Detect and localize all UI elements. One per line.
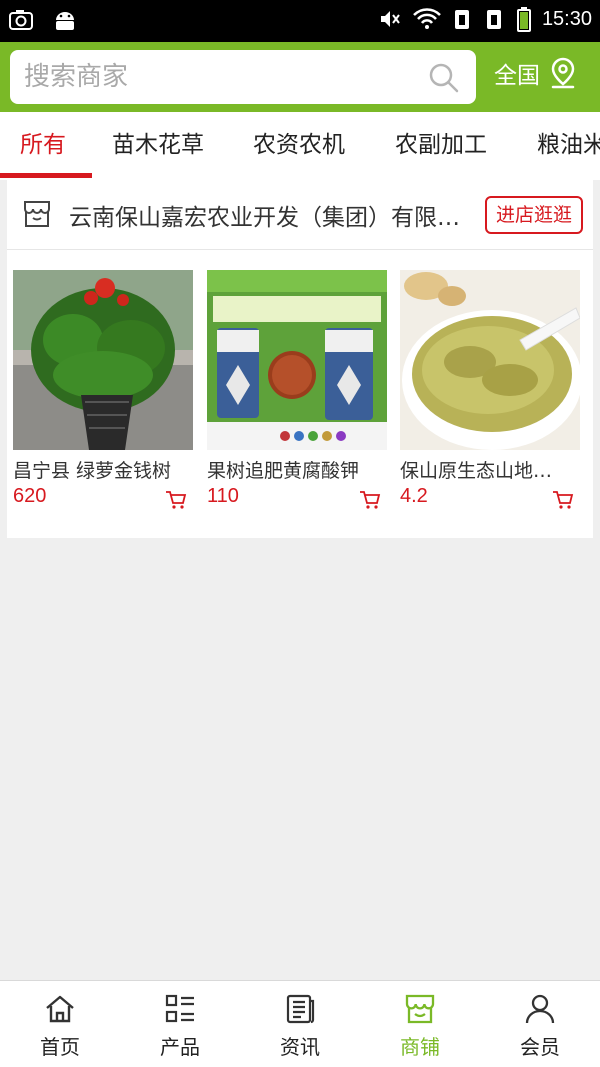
status-left-icons bbox=[8, 8, 78, 32]
tab-agri-supplies[interactable]: 农资农机 bbox=[253, 112, 345, 180]
visit-store-button[interactable]: 进店逛逛 bbox=[485, 196, 583, 234]
region-selector[interactable]: 全国 bbox=[494, 56, 578, 90]
nav-products[interactable]: 产品 bbox=[120, 981, 240, 1067]
nav-home[interactable]: 首页 bbox=[0, 981, 120, 1067]
tab-grain-oil[interactable]: 粮油米 bbox=[537, 112, 600, 180]
product-name[interactable]: 保山原生态山地绿豆 bbox=[400, 456, 570, 483]
nav-label: 首页 bbox=[40, 1035, 80, 1059]
cart-icon[interactable] bbox=[552, 489, 574, 511]
product-card[interactable]: 昌宁县 绿萝金钱树 620 bbox=[13, 270, 193, 513]
search-icon[interactable] bbox=[428, 62, 460, 94]
cart-icon[interactable] bbox=[165, 489, 187, 511]
shop-card[interactable]: 云南保山嘉宏农业开发（集团）有限公司 进店逛逛 昌宁县 绿萝金钱树 620 果树… bbox=[7, 180, 593, 538]
active-tab-indicator bbox=[0, 173, 92, 178]
store-icon bbox=[405, 994, 435, 1024]
signal-sim1-icon bbox=[454, 10, 469, 29]
top-header: 全国 bbox=[0, 42, 600, 112]
screenshot-icon bbox=[9, 10, 33, 30]
product-image-fertilizer[interactable] bbox=[207, 270, 387, 450]
tab-nursery-plants[interactable]: 苗木花草 bbox=[112, 112, 204, 180]
nav-label: 商铺 bbox=[400, 1035, 440, 1059]
nav-label: 会员 bbox=[520, 1035, 560, 1059]
nav-news[interactable]: 资讯 bbox=[240, 981, 360, 1067]
product-name[interactable]: 昌宁县 绿萝金钱树 bbox=[13, 456, 183, 483]
battery-icon bbox=[516, 7, 531, 32]
nav-stores[interactable]: 商铺 bbox=[360, 981, 480, 1067]
android-icon bbox=[56, 12, 74, 30]
bottom-navigation: 首页 产品 资讯 商铺 会员 bbox=[0, 980, 600, 1067]
store-icon bbox=[24, 201, 50, 227]
news-icon bbox=[286, 994, 315, 1024]
signal-sim2-icon bbox=[486, 10, 501, 29]
category-tabs: 所有 苗木花草 农资农机 农副加工 粮油米 bbox=[0, 112, 600, 180]
list-icon bbox=[165, 994, 194, 1023]
region-label: 全国 bbox=[494, 63, 540, 89]
status-right-icons: 15:30 bbox=[378, 6, 592, 32]
product-card[interactable]: 保山原生态山地绿豆 4.2 bbox=[400, 270, 580, 513]
shop-name[interactable]: 云南保山嘉宏农业开发（集团）有限公司 bbox=[69, 198, 474, 232]
product-price: 4.2 bbox=[400, 485, 428, 507]
home-icon bbox=[46, 995, 74, 1023]
product-image-mung-bean[interactable] bbox=[400, 270, 580, 450]
product-price: 110 bbox=[207, 485, 239, 507]
tab-all[interactable]: 所有 bbox=[20, 112, 66, 180]
nav-member[interactable]: 会员 bbox=[480, 981, 600, 1067]
mute-icon bbox=[380, 11, 400, 27]
product-price: 620 bbox=[13, 485, 47, 507]
user-icon bbox=[525, 994, 555, 1024]
cart-icon[interactable] bbox=[359, 489, 381, 511]
shop-header[interactable]: 云南保山嘉宏农业开发（集团）有限公司 进店逛逛 bbox=[7, 180, 593, 250]
tab-processed-products[interactable]: 农副加工 bbox=[395, 112, 487, 180]
nav-label: 资讯 bbox=[280, 1035, 320, 1059]
product-card[interactable]: 果树追肥黄腐酸钾 110 bbox=[207, 270, 387, 513]
search-bar[interactable] bbox=[10, 50, 476, 104]
wifi-icon bbox=[413, 8, 441, 29]
location-pin-icon bbox=[551, 57, 575, 89]
product-name[interactable]: 果树追肥黄腐酸钾 bbox=[207, 456, 377, 483]
status-time: 15:30 bbox=[541, 7, 592, 30]
search-input[interactable] bbox=[24, 58, 414, 96]
nav-label: 产品 bbox=[160, 1035, 200, 1059]
product-image-plant[interactable] bbox=[13, 270, 193, 450]
status-bar: 15:30 bbox=[0, 0, 600, 42]
